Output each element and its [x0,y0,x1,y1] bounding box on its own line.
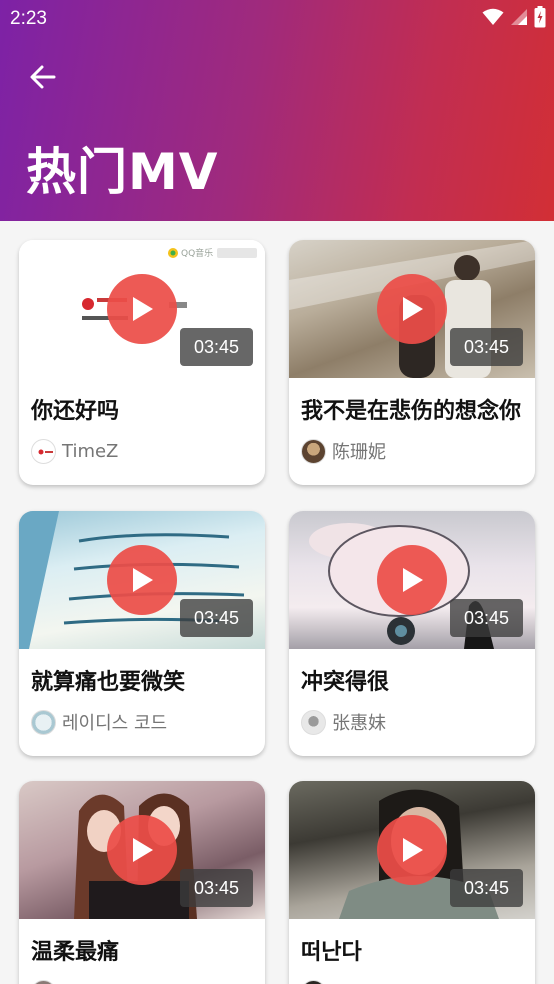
mv-card[interactable]: 03:45 就算痛也要微笑 레이디스 코드 [19,511,265,756]
play-icon [133,297,153,321]
artist-name: 陈珊妮 [332,442,386,463]
battery-icon [534,5,546,33]
brand-watermark: QQ音乐 [181,249,214,259]
artist-row: 陈珊妮 [301,438,386,464]
mv-card[interactable]: 03:45 冲突得很 张惠妹 [289,511,535,756]
play-button[interactable] [107,545,177,615]
page-title: 热门MV [26,143,219,201]
artist-row [301,979,332,984]
avatar [31,709,56,735]
mv-title: 我不是在悲伤的想念你 [301,399,522,424]
back-button[interactable] [22,58,64,100]
mv-card[interactable]: 03:45 떠난다 [289,781,535,984]
duration-badge: 03:45 [450,328,523,366]
wifi-icon [482,8,504,31]
artist-row: TimeZ [31,438,118,464]
mv-title: 떠난다 [301,940,362,965]
mv-title: 你还好吗 [31,399,120,424]
artist-row: 张惠妹 [301,709,386,735]
play-icon [133,838,153,862]
duration-badge: 03:45 [180,328,253,366]
avatar [301,709,326,735]
mv-card[interactable]: QQ音乐 03:45 你还好吗 TimeZ [19,240,265,485]
artist-name: 레이디스 코드 [62,713,168,734]
duration-badge: 03:45 [180,869,253,907]
mv-title: 冲突得很 [301,670,390,695]
status-time: 2:23 [10,8,47,29]
mv-title: 就算痛也要微笑 [31,670,186,695]
play-icon [403,838,423,862]
play-button[interactable] [377,274,447,344]
artist-row: 레이디스 코드 [31,709,167,735]
play-button[interactable] [377,815,447,885]
artist-name: TimeZ [62,440,119,462]
mv-title: 温柔最痛 [31,940,120,965]
mv-card[interactable]: 03:45 我不是在悲伤的想念你 陈珊妮 [289,240,535,485]
play-button[interactable] [107,815,177,885]
duration-badge: 03:45 [180,599,253,637]
arrow-left-icon [29,64,57,95]
play-icon [403,568,423,592]
play-icon [403,297,423,321]
play-button[interactable] [377,545,447,615]
duration-badge: 03:45 [450,869,523,907]
avatar [301,979,326,984]
play-icon [133,568,153,592]
avatar [301,438,326,464]
play-button[interactable] [107,274,177,344]
signal-icon [510,8,528,31]
avatar [31,979,56,984]
mv-grid: QQ音乐 03:45 你还好吗 TimeZ 03:45 我不是在悲伤的想念你 陈… [0,221,554,984]
artist-name: 张惠妹 [332,713,386,734]
duration-badge: 03:45 [450,599,523,637]
status-icons [482,5,546,33]
avatar [31,438,56,464]
status-bar: 2:23 [0,0,554,38]
artist-row [31,979,62,984]
mv-card[interactable]: 03:45 温柔最痛 [19,781,265,984]
app-header: 2:23 热门MV [0,0,554,221]
